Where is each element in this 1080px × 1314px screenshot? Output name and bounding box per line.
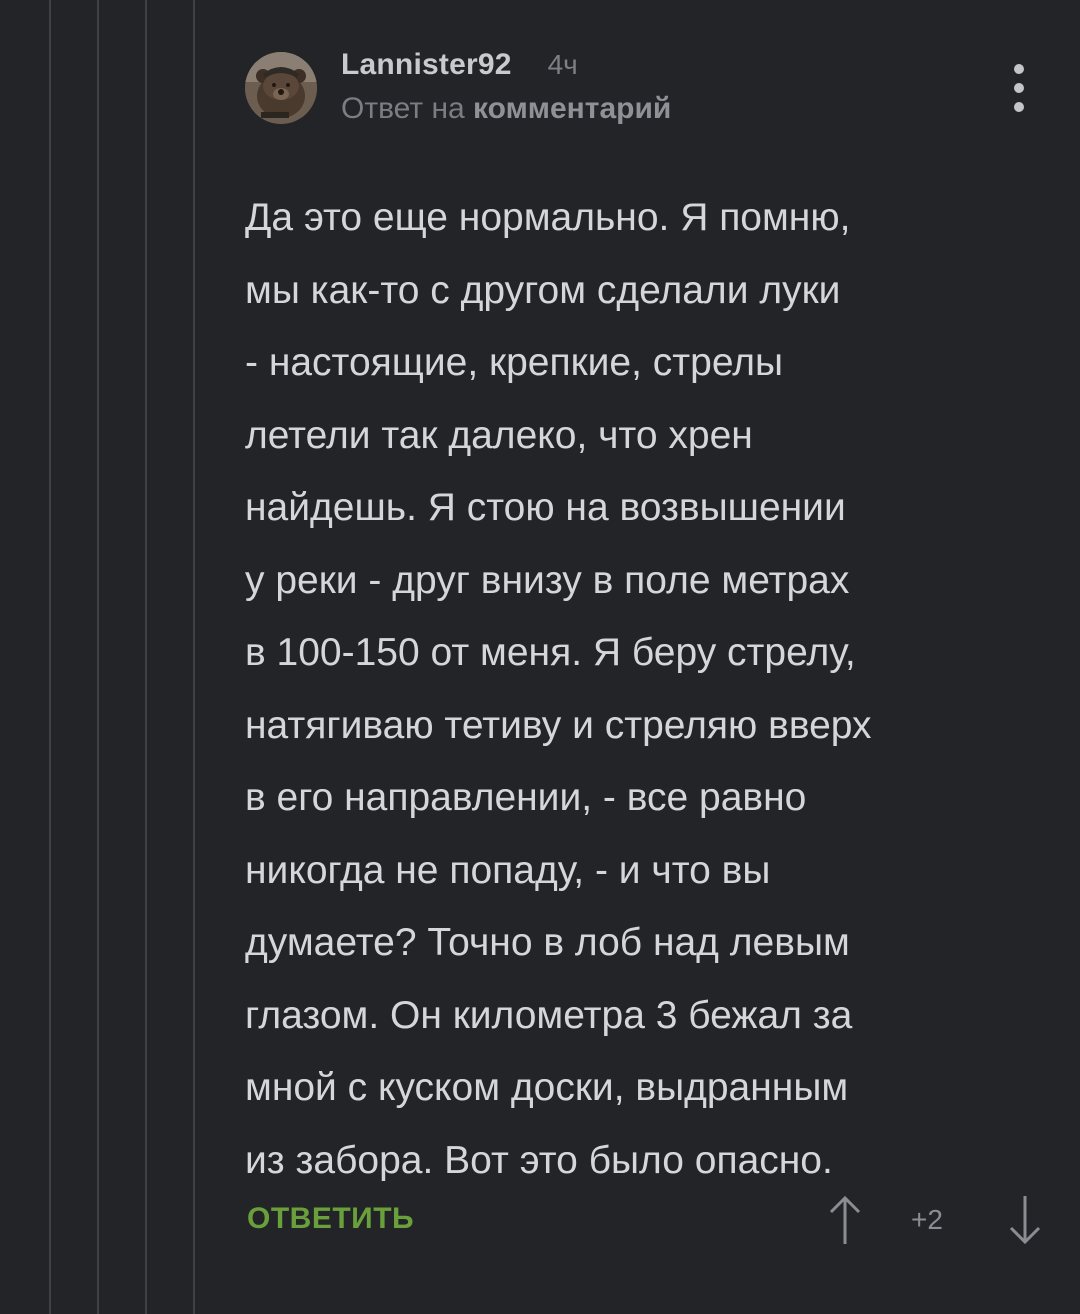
- comment-line: глазом. Он километра 3 бежал за: [245, 993, 853, 1037]
- arrow-down-icon[interactable]: [1005, 1192, 1045, 1248]
- parent-comment-link[interactable]: комментарий: [473, 92, 671, 125]
- comment-line: - настоящие, крепкие, стрелы: [245, 341, 784, 384]
- comment-page: Lannister92 4ч Ответ на комментарий Да э…: [0, 0, 1080, 1314]
- comment-line: в 100-150 от меня. Я беру стрелу,: [245, 631, 856, 674]
- comment-line: Да это еще нормально. Я помню,: [245, 196, 851, 239]
- timestamp: 4ч: [547, 49, 578, 80]
- comment-header: Lannister92 4ч Ответ на комментарий: [341, 48, 671, 126]
- comment-line: в его направлении, - все равно: [245, 776, 807, 819]
- arrow-up-icon[interactable]: [825, 1192, 865, 1248]
- vote-score: +2: [911, 1204, 943, 1235]
- reply-to: Ответ на комментарий: [341, 92, 671, 126]
- reply-button[interactable]: ОТВЕТИТЬ: [247, 1202, 414, 1236]
- comment-line: натягиваю тетиву и стреляю вверх: [245, 703, 872, 747]
- vote-controls: +2: [825, 1192, 1045, 1248]
- comment-line: никогда не попаду, - и что вы: [245, 848, 771, 892]
- comment-line: найдешь. Я стою на возвышении: [245, 486, 846, 529]
- menu-dot: [1014, 83, 1024, 93]
- menu-dot: [1014, 64, 1024, 74]
- comment-line: думаете? Точно в лоб над левым: [245, 921, 850, 964]
- reply-to-prefix: Ответ на: [341, 92, 465, 125]
- username[interactable]: Lannister92: [341, 48, 512, 82]
- thread-line: [97, 0, 99, 1314]
- menu-dot: [1014, 102, 1024, 112]
- thread-line: [193, 0, 195, 1314]
- thread-line: [49, 0, 51, 1314]
- thread-line: [145, 0, 147, 1314]
- username-row: Lannister92 4ч: [341, 48, 671, 82]
- comment-body: Да это еще нормально. Я помню, мы как-то…: [245, 182, 1045, 1197]
- comment-line: мной с куском доски, выдранным: [245, 1066, 849, 1109]
- comment-line: летели так далеко, что хрен: [245, 413, 753, 457]
- bear-avatar-icon: [245, 52, 317, 124]
- comment-line: у реки - друг внизу в поле метрах: [245, 558, 850, 602]
- avatar[interactable]: [245, 52, 317, 124]
- more-vertical-icon[interactable]: [1007, 64, 1031, 112]
- comment-line: из забора. Вот это было опасно.: [245, 1138, 833, 1182]
- comment-line: мы как-то с другом сделали луки: [245, 268, 841, 312]
